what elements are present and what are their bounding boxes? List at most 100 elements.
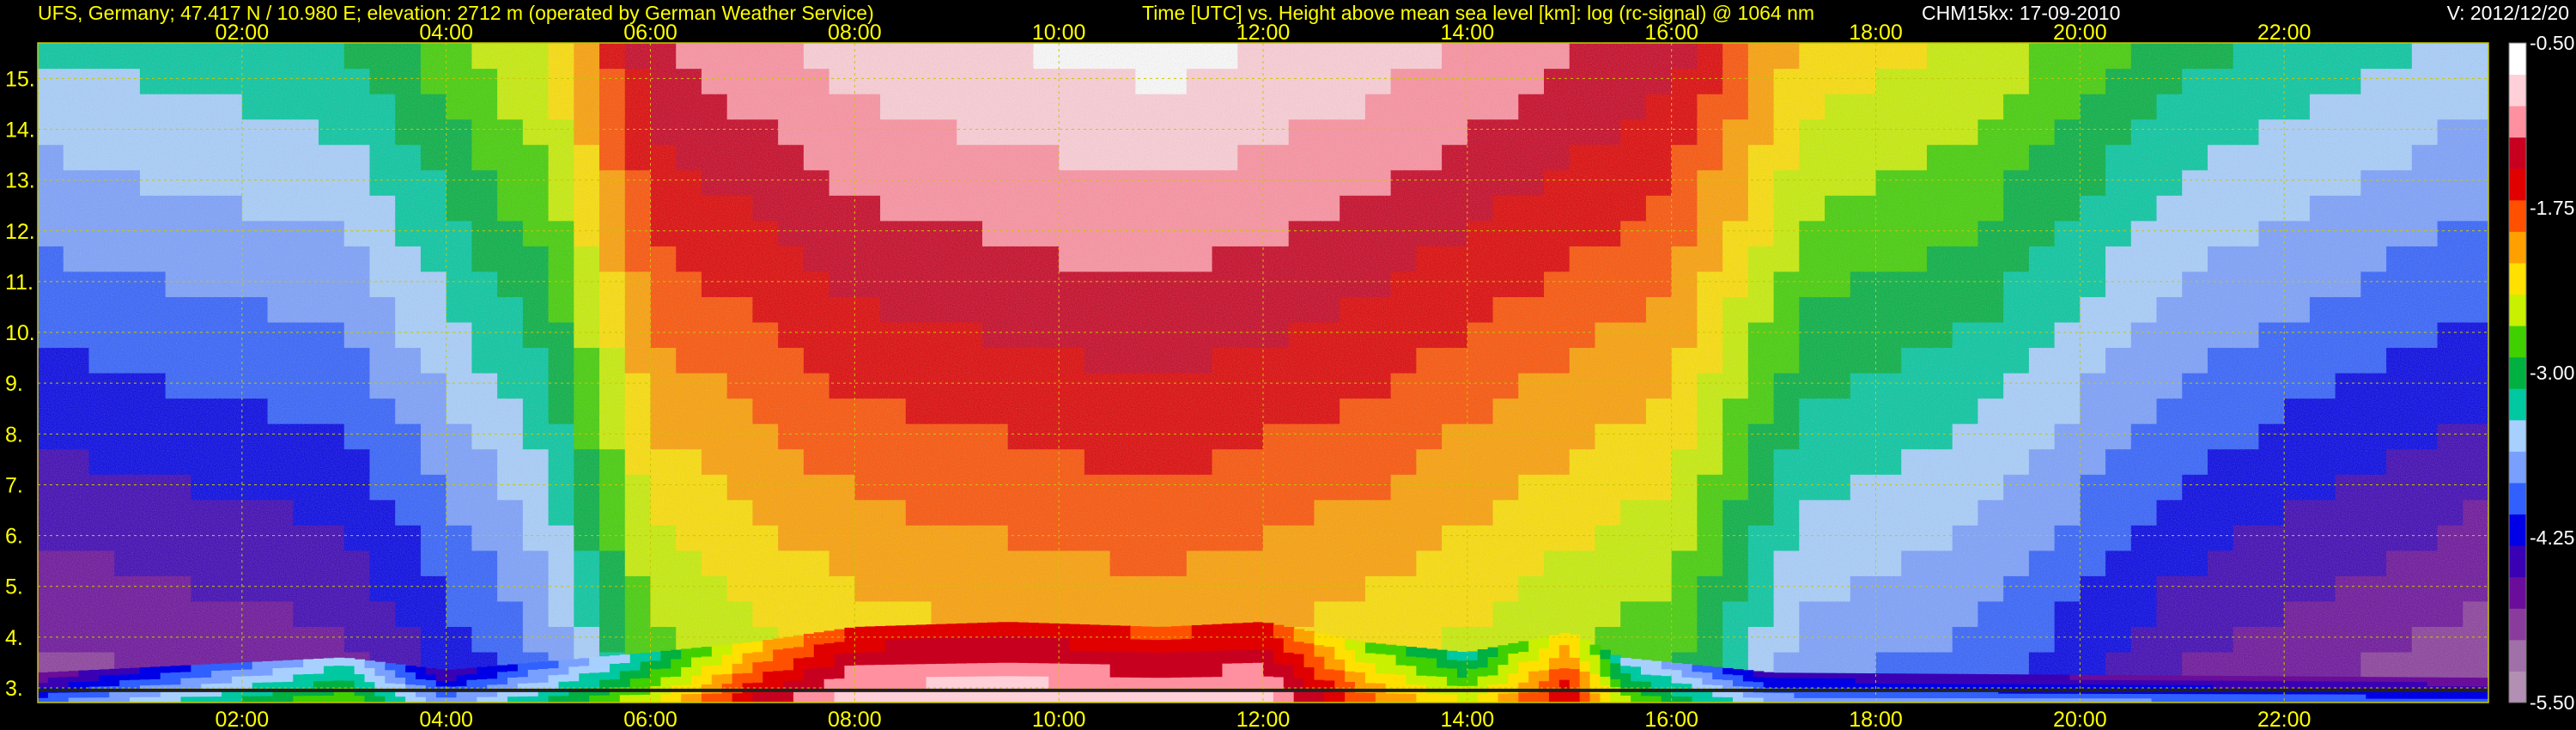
signal-cell (2447, 681, 2458, 687)
signal-cell (2253, 680, 2264, 686)
signal-cell (1783, 692, 1795, 698)
signal-cell (1314, 644, 1325, 657)
signal-cell (2253, 693, 2264, 699)
signal-cell (599, 664, 611, 672)
signal-cell (1151, 664, 1162, 678)
signal-cell (1600, 658, 1611, 668)
y-tick-label: 12. (5, 220, 35, 244)
signal-cell (834, 629, 846, 642)
signal-cell (343, 695, 355, 703)
y-tick-label: 15. (5, 67, 35, 91)
signal-cell (497, 671, 508, 678)
signal-cell (2314, 693, 2326, 699)
signal-cell (293, 666, 304, 675)
signal-cell (1375, 663, 1387, 674)
colorbar-segment (2509, 419, 2526, 452)
signal-cell (99, 674, 110, 681)
signal-cell (323, 672, 335, 681)
signal-cell (2263, 676, 2275, 682)
signal-cell (1548, 668, 1560, 681)
x-tick-label-top: 18:00 (1849, 21, 1903, 45)
signal-cell (1028, 662, 1039, 677)
signal-cell (1007, 622, 1019, 636)
signal-cell (211, 663, 222, 672)
signal-cell (1844, 692, 1856, 698)
signal-cell (1191, 650, 1203, 665)
signal-cell (1099, 663, 1111, 678)
signal-cell (527, 662, 539, 670)
signal-cell (283, 660, 294, 668)
signal-cell (711, 645, 723, 656)
signal-cell (1385, 654, 1397, 665)
signal-cell (2130, 684, 2142, 690)
signal-cell (1794, 672, 1805, 678)
signal-cell (222, 676, 233, 684)
colorbar-segment (2509, 608, 2526, 641)
signal-cell (813, 655, 825, 668)
signal-cell (650, 677, 661, 686)
signal-cell (1712, 672, 1723, 680)
signal-cell (1518, 641, 1529, 653)
signal-cell (446, 680, 458, 687)
signal-cell (1569, 668, 1581, 681)
signal-cell (47, 677, 59, 683)
signal-cell (1048, 649, 1060, 664)
signal-cell (1773, 692, 1785, 698)
signal-cell (997, 648, 1009, 663)
signal-cell (977, 636, 988, 650)
signal-cell (752, 672, 763, 683)
signal-cell (681, 648, 692, 659)
signal-cell (1232, 623, 1243, 637)
signal-cell (2111, 693, 2122, 699)
signal-cell (1763, 682, 1775, 688)
signal-cell (1018, 662, 1030, 677)
signal-cell (742, 652, 754, 664)
signal-cell (1548, 690, 1560, 703)
signal-cell (1844, 672, 1856, 679)
signal-cell (599, 695, 611, 703)
signal-cell (1426, 657, 1437, 667)
signal-cell (1467, 660, 1479, 669)
signal-cell (456, 674, 468, 681)
signal-cell (1089, 637, 1101, 652)
signal-cell (977, 623, 988, 637)
signal-cell (762, 671, 774, 683)
signal-cell (2233, 693, 2245, 699)
signal-cell (1600, 693, 1611, 703)
signal-cell (609, 663, 621, 672)
signal-cell (1293, 629, 1305, 642)
signal-cell (1078, 663, 1091, 678)
signal-cell (1661, 682, 1673, 690)
signal-cell (1406, 655, 1417, 666)
signal-cell (1804, 672, 1815, 678)
signal-cell (130, 673, 141, 680)
signal-cell (2243, 680, 2255, 686)
signal-cell (1579, 649, 1591, 661)
signal-cell (1273, 637, 1285, 652)
signal-cell (1825, 692, 1836, 698)
signal-cell (1742, 670, 1754, 677)
signal-cell (619, 654, 631, 664)
signal-cell (1212, 636, 1224, 651)
signal-cell (2376, 677, 2387, 682)
signal-cell (1242, 662, 1254, 677)
signal-cell (364, 667, 376, 676)
signal-cell (1447, 650, 1458, 660)
signal-cell (2366, 681, 2377, 686)
signal-cell (2355, 681, 2366, 686)
signal-cell (803, 633, 815, 646)
signal-cell (905, 663, 917, 678)
signal-cell (650, 668, 661, 678)
colorbar-tick-label: -0.50 (2530, 32, 2574, 54)
signal-cell (2172, 693, 2183, 699)
signal-cell (1773, 672, 1785, 678)
signal-cell (2090, 679, 2101, 685)
signal-cell (640, 694, 652, 703)
x-tick-label-bottom: 20:00 (2053, 708, 2107, 730)
signal-cell (752, 651, 763, 663)
signal-cell (88, 669, 100, 676)
signal-cell (1437, 649, 1448, 660)
signal-cell (1253, 662, 1264, 677)
signal-cell (2090, 674, 2101, 680)
signal-cell (1283, 627, 1295, 641)
